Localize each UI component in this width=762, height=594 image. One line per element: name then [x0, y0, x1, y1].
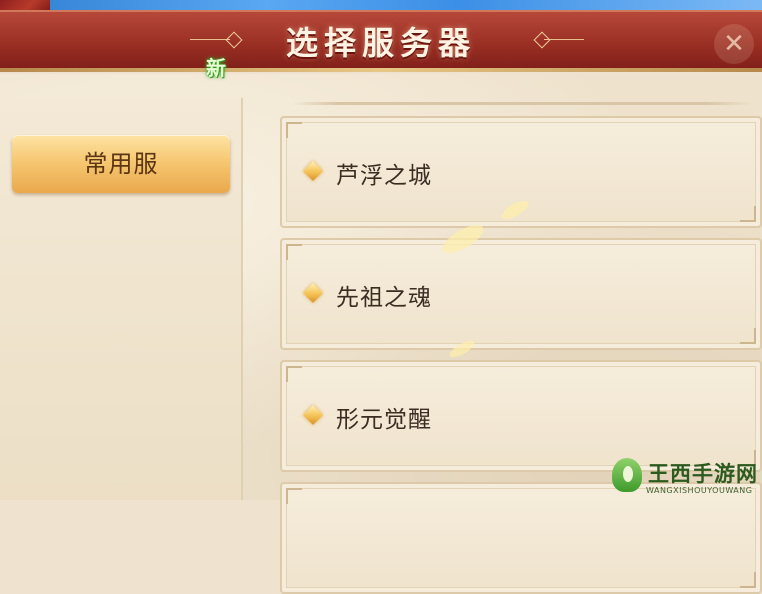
- server-name: 先祖之魂: [336, 285, 432, 311]
- new-badge: 新: [206, 56, 226, 80]
- diamond-icon: [303, 283, 323, 303]
- tab-frequent-servers[interactable]: 常用服: [12, 135, 230, 193]
- dialog-body: 常用服 芦浮之城 先祖之魂 形元觉醒: [0, 74, 762, 594]
- close-icon[interactable]: ✕: [714, 24, 754, 64]
- server-category-sidebar: 常用服: [0, 98, 243, 500]
- watermark-url: WANGXISHOUYOUWANG: [646, 486, 753, 495]
- watermark-name: 王西手游网: [648, 462, 758, 486]
- leaf-logo-icon: [612, 458, 642, 492]
- server-item[interactable]: 先祖之魂: [280, 238, 762, 350]
- header-ornament-right: [526, 30, 586, 50]
- dialog-title: 选择服务器: [285, 24, 476, 62]
- server-name: 芦浮之城: [336, 163, 432, 189]
- diamond-icon: [303, 405, 323, 425]
- diamond-icon: [303, 161, 323, 181]
- list-top-divider: [292, 102, 752, 105]
- tab-label: 常用服: [83, 150, 159, 178]
- server-name: 形元觉醒: [336, 407, 432, 433]
- dialog-header: 选择服务器 ✕: [0, 10, 762, 72]
- site-watermark: 王西手游网 WANGXISHOUYOUWANG: [612, 454, 762, 500]
